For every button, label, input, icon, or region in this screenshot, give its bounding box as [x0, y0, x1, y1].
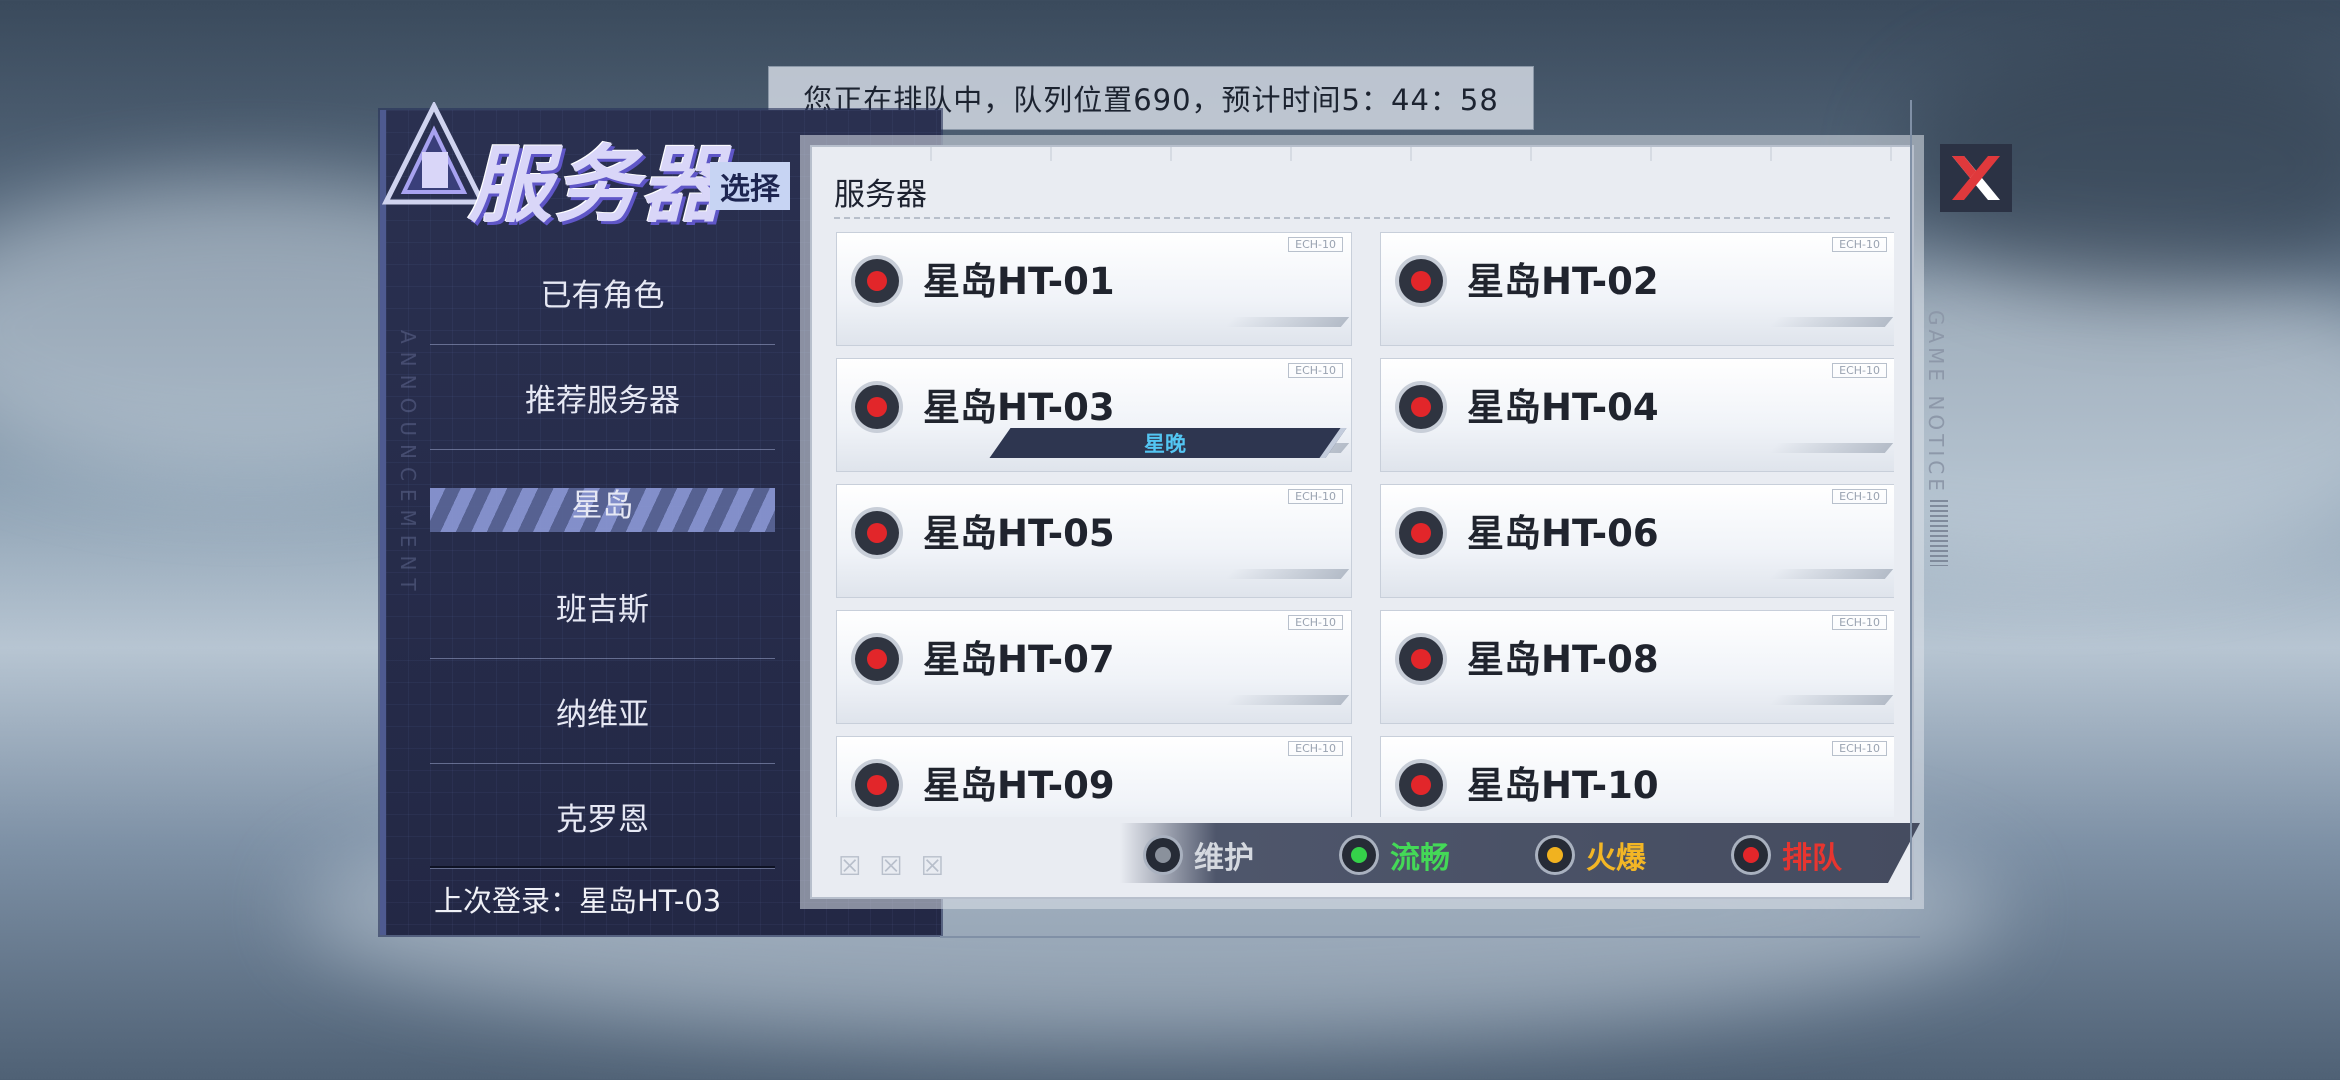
close-button[interactable] — [1940, 144, 2012, 212]
server-name: 星岛HT-05 — [923, 512, 1115, 555]
category-item-naweiya[interactable]: 纳维亚 — [430, 659, 775, 764]
last-login-label: 上次登录：星岛HT-03 — [434, 884, 722, 918]
checkbox-decoration: ☒☒☒ — [838, 852, 962, 882]
close-x-icon — [1952, 156, 2000, 200]
panel-title: 服务器 — [834, 177, 927, 213]
frame-decoration — [940, 936, 1920, 938]
card-tag: ECH-10 — [1288, 363, 1343, 378]
server-badge-label: 星晚 — [1144, 432, 1186, 456]
status-queue-icon — [1399, 385, 1443, 429]
card-tag: ECH-10 — [1832, 741, 1887, 756]
category-label: 克罗恩 — [556, 801, 649, 838]
category-label: 班吉斯 — [556, 591, 649, 628]
status-queue-icon — [855, 763, 899, 807]
server-name: 星岛HT-03 — [923, 386, 1115, 429]
server-card-ht-06[interactable]: ECH-10 星岛HT-06 — [1380, 484, 1894, 598]
category-item-banjisi[interactable]: 班吉斯 — [430, 554, 775, 659]
server-name: 星岛HT-10 — [1467, 764, 1659, 807]
category-label: 推荐服务器 — [525, 382, 680, 419]
server-grid: ECH-10 星岛HT-01 ECH-10 星岛HT-02 ECH-10 星岛H… — [834, 232, 1894, 817]
status-queue-icon — [1399, 637, 1443, 681]
server-badge: 星晚 — [989, 428, 1347, 458]
server-card-ht-02[interactable]: ECH-10 星岛HT-02 — [1380, 232, 1894, 346]
status-queue-icon — [1399, 763, 1443, 807]
status-queue-icon — [855, 259, 899, 303]
status-queue-icon — [1399, 259, 1443, 303]
legend-label: 排队 — [1782, 841, 1842, 876]
category-label: 星岛 — [571, 487, 634, 524]
server-card-ht-04[interactable]: ECH-10 星岛HT-04 — [1380, 358, 1894, 472]
server-card-ht-01[interactable]: ECH-10 星岛HT-01 — [836, 232, 1352, 346]
card-tag: ECH-10 — [1832, 237, 1887, 252]
server-name: 星岛HT-01 — [923, 260, 1115, 303]
game-notice-side-label: GAME NOTICE — [1924, 310, 1948, 495]
server-select-logo: 服务器 选择 — [372, 96, 802, 234]
server-name: 星岛HT-09 — [923, 764, 1115, 807]
logo-title: 服务器 — [468, 136, 727, 234]
status-queue-icon — [1734, 838, 1768, 872]
legend-smooth: 流畅 — [1342, 833, 1450, 877]
category-list: 已有角色 推荐服务器 星岛 班吉斯 纳维亚 克罗恩 — [430, 240, 775, 869]
category-label: 纳维亚 — [556, 696, 649, 733]
status-queue-icon — [855, 511, 899, 555]
server-card-ht-07[interactable]: ECH-10 星岛HT-07 — [836, 610, 1352, 724]
status-maintenance-icon — [1146, 838, 1180, 872]
category-item-xingdao[interactable]: 星岛 — [430, 450, 775, 554]
legend-label: 火爆 — [1586, 841, 1646, 876]
divider — [834, 217, 1890, 219]
server-card-ht-08[interactable]: ECH-10 星岛HT-08 — [1380, 610, 1894, 724]
announcement-side-label: ANNOUNCEMENT — [396, 330, 420, 599]
card-tag: ECH-10 — [1288, 237, 1343, 252]
card-tag: ECH-10 — [1288, 615, 1343, 630]
category-label: 已有角色 — [540, 277, 665, 314]
server-card-ht-05[interactable]: ECH-10 星岛HT-05 — [836, 484, 1352, 598]
server-card-ht-10[interactable]: ECH-10 星岛HT-10 — [1380, 736, 1894, 817]
frame-decoration — [1910, 100, 1912, 900]
card-tag: ECH-10 — [1288, 489, 1343, 504]
card-tag: ECH-10 — [1832, 615, 1887, 630]
status-busy-icon — [1538, 838, 1572, 872]
status-smooth-icon — [1342, 838, 1376, 872]
legend-maintenance: 维护 — [1146, 833, 1254, 877]
category-item-keluoen[interactable]: 克罗恩 — [430, 764, 775, 869]
logo-select-tag: 选择 — [710, 162, 790, 210]
server-name: 星岛HT-04 — [1467, 386, 1659, 429]
legend-label: 维护 — [1194, 841, 1254, 876]
status-legend: 维护 流畅 火爆 排队 — [1120, 823, 1920, 883]
status-queue-icon — [855, 385, 899, 429]
status-queue-icon — [855, 637, 899, 681]
card-tag: ECH-10 — [1288, 741, 1343, 756]
legend-label: 流畅 — [1390, 841, 1450, 876]
category-item-existing-roles[interactable]: 已有角色 — [430, 240, 775, 345]
server-card-ht-09[interactable]: ECH-10 星岛HT-09 — [836, 736, 1352, 817]
server-name: 星岛HT-08 — [1467, 638, 1659, 681]
barcode-decoration — [1930, 500, 1948, 566]
status-queue-icon — [1399, 511, 1443, 555]
server-name: 星岛HT-07 — [923, 638, 1115, 681]
legend-queue: 排队 — [1734, 833, 1842, 877]
card-tag: ECH-10 — [1832, 489, 1887, 504]
category-item-recommended[interactable]: 推荐服务器 — [430, 345, 775, 450]
divider — [430, 866, 775, 868]
server-name: 星岛HT-06 — [1467, 512, 1659, 555]
card-tag: ECH-10 — [1832, 363, 1887, 378]
server-name: 星岛HT-02 — [1467, 260, 1659, 303]
legend-busy: 火爆 — [1538, 833, 1646, 877]
